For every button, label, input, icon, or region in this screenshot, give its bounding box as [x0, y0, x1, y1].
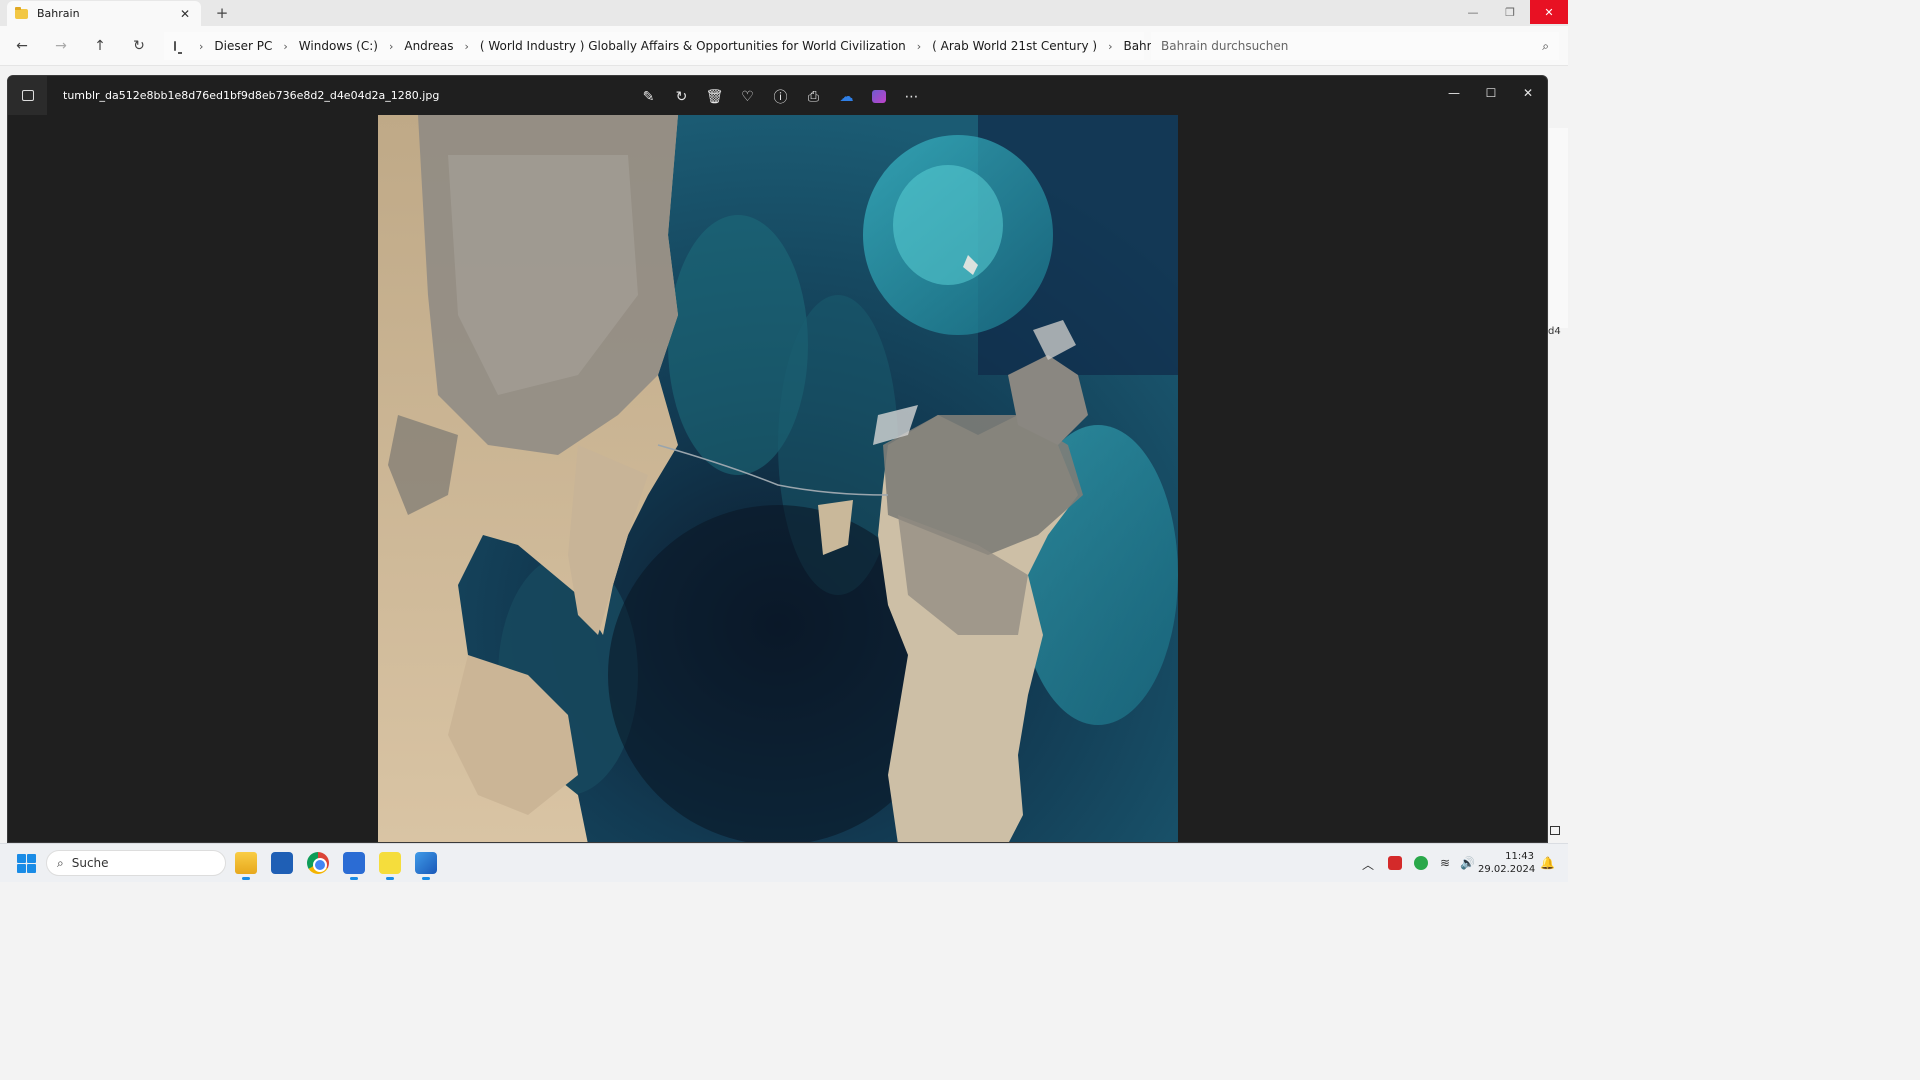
delete-icon[interactable]: 🗑: [704, 86, 725, 107]
taskbar: ⌕ Suche ︿ ≋ 🔊 11:43 29.02.2024 🔔: [0, 843, 1568, 882]
photo-viewer-window: tumblr_da512e8bb1e8d76ed1bf9d8eb736e8d2_…: [7, 75, 1548, 843]
explorer-content-peek: [1549, 128, 1568, 328]
viewer-titlebar: tumblr_da512e8bb1e8d76ed1bf9d8eb736e8d2_…: [8, 76, 1547, 116]
file-explorer-icon[interactable]: [235, 852, 257, 880]
photos-icon[interactable]: [415, 852, 437, 880]
minimize-button[interactable]: —: [1454, 0, 1492, 24]
viewer-minimize-button[interactable]: —: [1435, 80, 1473, 106]
restore-button[interactable]: ❐: [1491, 0, 1529, 24]
breadcrumb-item[interactable]: Andreas: [404, 39, 453, 53]
breadcrumb[interactable]: › Dieser PC › Windows (C:) › Andreas › (…: [164, 32, 1170, 60]
edit-icon[interactable]: ✎: [638, 86, 659, 107]
onedrive-icon[interactable]: ☁: [836, 86, 857, 107]
chevron-right-icon[interactable]: ›: [917, 40, 921, 53]
taskbar-search-input[interactable]: ⌕ Suche: [46, 850, 226, 876]
photos-app-icon[interactable]: [8, 76, 47, 115]
taskbar-search-label: Suche: [71, 856, 109, 870]
chevron-right-icon[interactable]: ›: [1108, 40, 1112, 53]
breadcrumb-item[interactable]: ( Arab World 21st Century ): [932, 39, 1097, 53]
favorite-icon[interactable]: ♡: [737, 86, 758, 107]
new-tab-button[interactable]: +: [213, 4, 231, 22]
tab-bahrain[interactable]: Bahrain ✕: [7, 1, 201, 26]
explorer-tabbar: Bahrain ✕ + — ❐ ✕: [0, 0, 1568, 26]
breadcrumb-item[interactable]: Dieser PC: [214, 39, 272, 53]
security-icon[interactable]: [1414, 856, 1428, 870]
show-hidden-icons-icon[interactable]: ︿: [1362, 856, 1374, 873]
search-placeholder: Bahrain durchsuchen: [1161, 39, 1289, 53]
up-button[interactable]: ↑: [89, 36, 111, 56]
acrobat-icon[interactable]: [1388, 856, 1402, 870]
satellite-photo: [378, 115, 1178, 842]
print-icon[interactable]: ⎙: [803, 86, 824, 107]
file-name-fragment: d4: [1548, 326, 1561, 337]
notification-bell-icon[interactable]: 🔔: [1540, 856, 1555, 870]
more-icon[interactable]: ⋯: [901, 86, 922, 107]
viewer-toolbar: ✎ ↻ 🗑 ♡ ⓘ ⎙ ☁ ⋯: [638, 86, 922, 107]
back-button[interactable]: ←: [11, 36, 33, 56]
clock[interactable]: 11:43 29.02.2024: [1478, 850, 1536, 876]
notepad-icon[interactable]: [343, 852, 365, 880]
clock-date: 29.02.2024: [1478, 864, 1536, 875]
chevron-right-icon[interactable]: ›: [464, 40, 468, 53]
address-bar: ← → ↑ ↻ › Dieser PC › Windows (C:) › And…: [0, 26, 1568, 66]
computer-icon: [174, 41, 182, 54]
breadcrumb-item[interactable]: Windows (C:): [299, 39, 378, 53]
viewer-close-button[interactable]: ✕: [1509, 80, 1547, 106]
breadcrumb-item[interactable]: ( World Industry ) Globally Affairs & Op…: [480, 39, 906, 53]
window-snap-icon[interactable]: [1550, 826, 1560, 835]
close-window-button[interactable]: ✕: [1530, 0, 1568, 24]
windows-start-icon[interactable]: [17, 854, 36, 873]
refresh-button[interactable]: ↻: [128, 36, 150, 56]
rotate-icon[interactable]: ↻: [671, 86, 692, 107]
viewer-maximize-button[interactable]: ☐: [1472, 80, 1510, 106]
wifi-icon[interactable]: ≋: [1440, 856, 1450, 870]
clock-time: 11:43: [1505, 851, 1534, 862]
chevron-right-icon[interactable]: ›: [199, 40, 203, 53]
sticky-notes-icon[interactable]: [379, 852, 401, 880]
chevron-right-icon[interactable]: ›: [283, 40, 287, 53]
clipchamp-icon[interactable]: [872, 90, 886, 103]
search-icon: ⌕: [57, 855, 64, 870]
forward-button[interactable]: →: [50, 36, 72, 56]
chevron-right-icon[interactable]: ›: [389, 40, 393, 53]
search-icon: ⌕: [1542, 38, 1549, 53]
volume-icon[interactable]: 🔊: [1460, 856, 1475, 870]
info-icon[interactable]: ⓘ: [770, 86, 791, 107]
folder-icon: [15, 6, 28, 19]
search-input[interactable]: Bahrain durchsuchen ⌕: [1151, 32, 1559, 60]
viewer-filename: tumblr_da512e8bb1e8d76ed1bf9d8eb736e8d2_…: [63, 89, 440, 102]
microsoft-store-icon[interactable]: [271, 852, 293, 874]
tab-title: Bahrain: [37, 7, 80, 20]
close-tab-icon[interactable]: ✕: [177, 7, 193, 21]
chrome-icon[interactable]: [307, 852, 329, 874]
